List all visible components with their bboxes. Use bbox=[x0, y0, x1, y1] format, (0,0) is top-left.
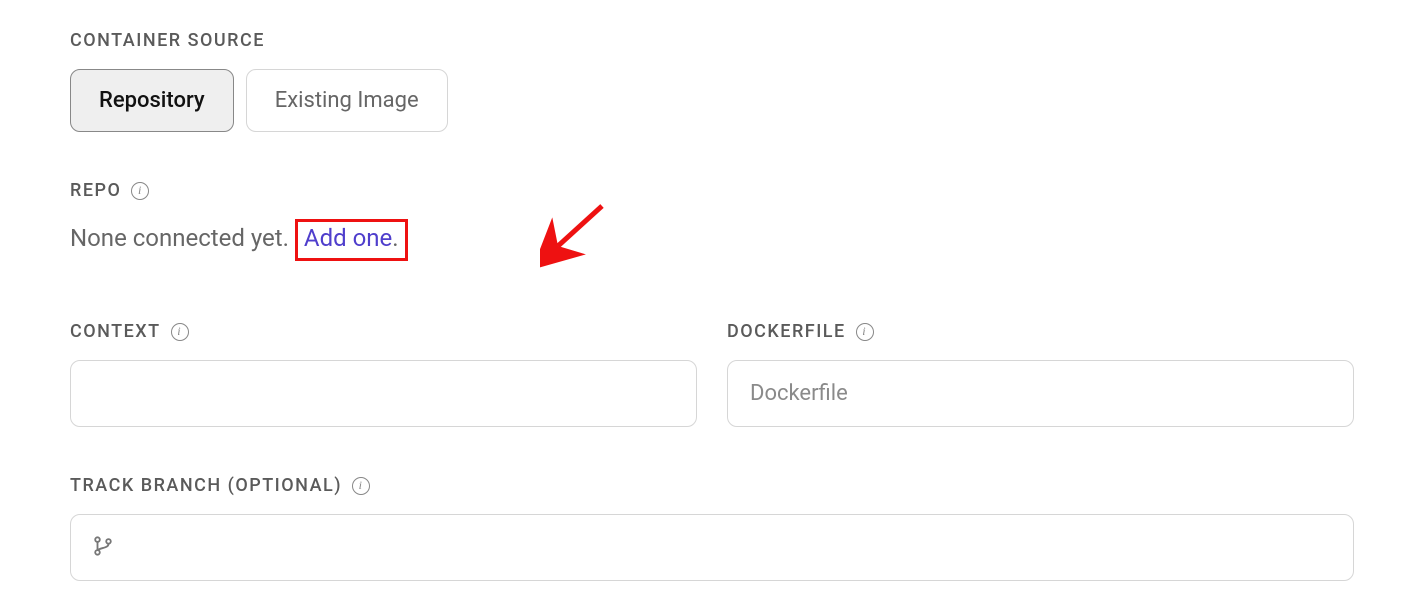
container-source-toggle: Repository Existing Image bbox=[70, 69, 1354, 132]
annotation-arrow bbox=[540, 198, 610, 272]
repo-label: REPO i bbox=[70, 180, 1354, 201]
repo-status-text: None connected yet. Add one. bbox=[70, 219, 1354, 261]
add-one-link[interactable]: Add one bbox=[304, 224, 392, 252]
git-branch-icon bbox=[92, 535, 114, 561]
container-source-label-text: CONTAINER SOURCE bbox=[70, 30, 265, 51]
annotation-highlight: Add one. bbox=[295, 219, 408, 261]
toggle-repository[interactable]: Repository bbox=[70, 69, 234, 132]
track-branch-label-text: TRACK BRANCH (OPTIONAL) bbox=[70, 475, 342, 496]
dockerfile-label: DOCKERFILE i bbox=[727, 321, 1354, 342]
track-branch-input[interactable] bbox=[70, 514, 1354, 581]
info-icon[interactable]: i bbox=[171, 323, 189, 341]
info-icon[interactable]: i bbox=[856, 323, 874, 341]
repo-none-text: None connected yet. bbox=[70, 224, 289, 252]
info-icon[interactable]: i bbox=[352, 477, 370, 495]
container-source-label: CONTAINER SOURCE bbox=[70, 30, 1354, 51]
track-branch-label: TRACK BRANCH (OPTIONAL) i bbox=[70, 475, 1354, 496]
info-icon[interactable]: i bbox=[131, 182, 149, 200]
dockerfile-input[interactable] bbox=[727, 360, 1354, 427]
context-input[interactable] bbox=[70, 360, 697, 427]
context-label-text: CONTEXT bbox=[70, 321, 161, 342]
toggle-existing-image[interactable]: Existing Image bbox=[246, 69, 448, 132]
repo-period: . bbox=[392, 224, 398, 252]
dockerfile-label-text: DOCKERFILE bbox=[727, 321, 846, 342]
context-label: CONTEXT i bbox=[70, 321, 697, 342]
repo-label-text: REPO bbox=[70, 180, 121, 201]
